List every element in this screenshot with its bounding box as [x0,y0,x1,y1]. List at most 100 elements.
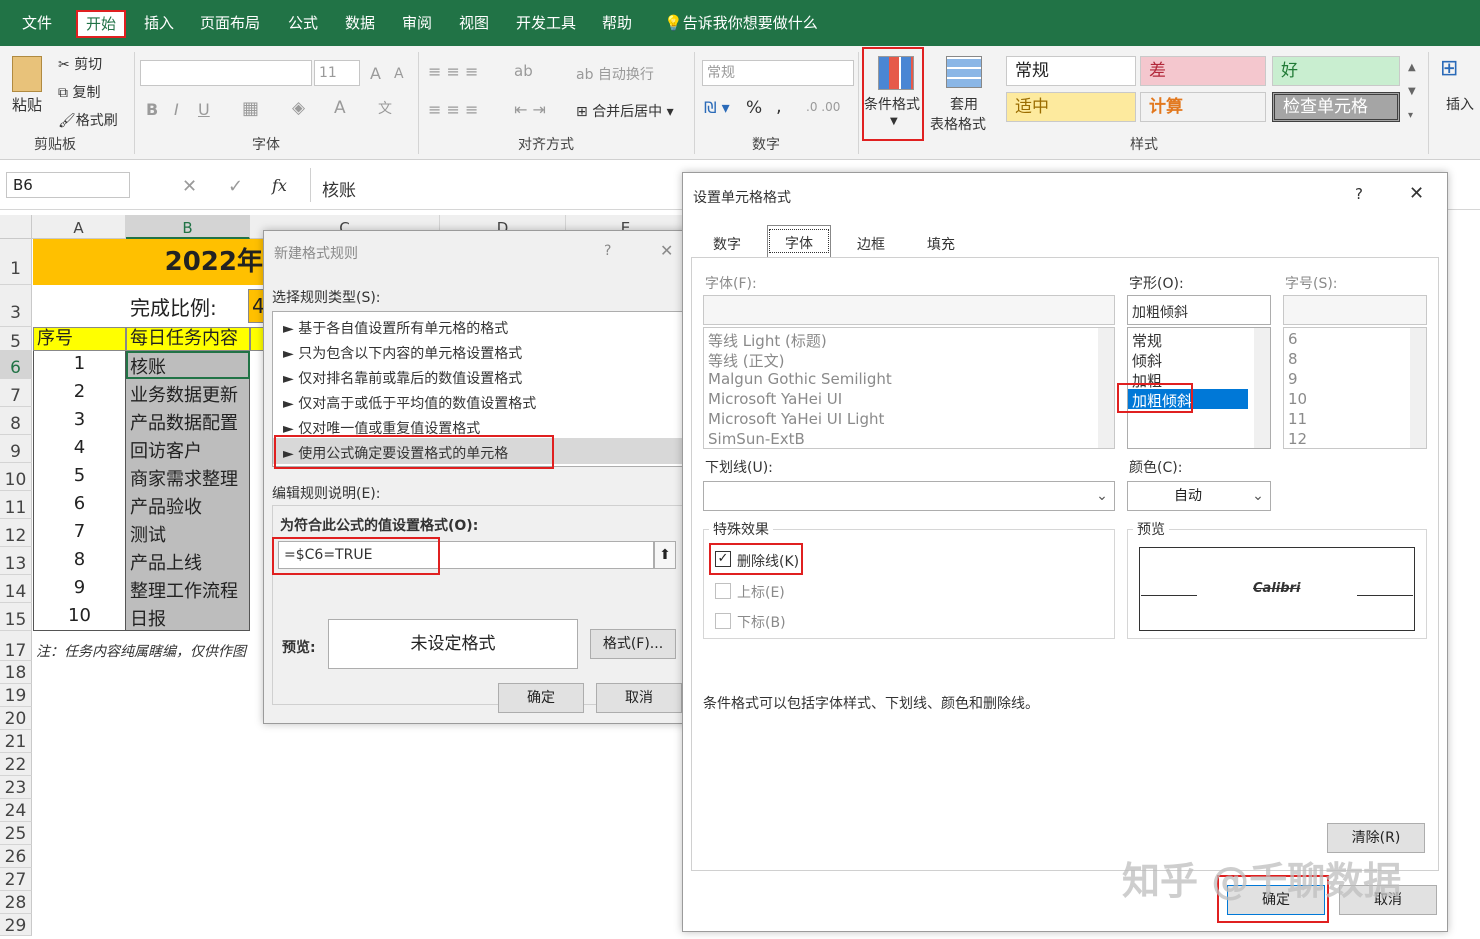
header-cell-task[interactable]: 每日任务内容 [126,327,250,351]
scrollbar[interactable] [1410,328,1426,448]
header-cell-no[interactable]: 序号 [33,327,126,351]
style-bad[interactable]: 差 [1140,56,1266,86]
decimal-icon[interactable]: .0 .00 [806,100,840,114]
underline-select[interactable] [703,481,1115,511]
list-item[interactable]: 6 [1288,330,1298,348]
sheet-note[interactable]: 注：任务内容纯属瞎编，仅供作图 [36,641,264,661]
row-header[interactable]: 14 [0,575,32,603]
column-header-a[interactable]: A [32,215,126,239]
tab-fill[interactable]: 填充 [927,234,955,254]
row-header[interactable]: 11 [0,491,32,519]
ok-button[interactable]: 确定 [498,683,584,713]
table-cell-task[interactable]: 回访客户 [130,437,202,463]
table-cell-no[interactable]: 10 [33,605,126,626]
font-input[interactable] [703,295,1115,325]
row-header[interactable]: 8 [0,407,32,435]
row-header[interactable]: 3 [0,285,32,327]
list-item[interactable]: 11 [1288,410,1307,428]
row-header[interactable]: 9 [0,435,32,463]
list-item[interactable]: 9 [1288,370,1298,388]
table-cell-task[interactable]: 核账 [130,353,166,379]
row-header[interactable]: 24 [0,799,32,822]
style-calculation[interactable]: 计算 [1140,92,1266,122]
column-header-b[interactable]: B [126,215,250,239]
bold-button[interactable]: B [146,100,158,119]
select-all-corner[interactable] [0,215,32,239]
cut-button[interactable]: ✂ 剪切 [58,54,102,74]
list-item[interactable]: ► 基于各自值设置所有单元格的格式 [283,318,508,338]
list-item[interactable]: ► 只为包含以下内容的单元格设置格式 [283,343,522,363]
indent-icon[interactable]: ⇤ ⇥ [514,100,546,119]
table-cell-task[interactable]: 产品数据配置 [130,409,238,435]
paste-button[interactable]: 粘贴 [12,94,42,115]
tab-review[interactable]: 审阅 [394,8,440,38]
row-header[interactable]: 28 [0,891,32,914]
row-header[interactable]: 22 [0,753,32,776]
orientation-icon[interactable]: ab [514,62,533,80]
tab-number[interactable]: 数字 [713,234,741,254]
table-format-button-2[interactable]: 表格格式 [930,114,986,134]
row-header[interactable]: 10 [0,463,32,491]
table-cell-no[interactable]: 8 [33,549,126,570]
styles-scroll-icon[interactable]: ▲ ▼ ▾ [1408,56,1416,128]
table-cell-task[interactable]: 产品上线 [130,549,202,575]
font-color-icon[interactable]: A [334,98,346,118]
row-header[interactable]: 12 [0,519,32,547]
confirm-icon[interactable]: ✓ [228,176,243,197]
row-header[interactable]: 23 [0,776,32,799]
comma-button[interactable]: , [776,96,782,117]
tab-developer[interactable]: 开发工具 [508,8,584,38]
table-cell-no[interactable]: 9 [33,577,126,598]
superscript-checkbox[interactable] [715,583,731,599]
row-header[interactable]: 15 [0,603,32,631]
tab-formulas[interactable]: 公式 [280,8,326,38]
grow-font-button[interactable]: A [370,64,381,83]
tab-insert[interactable]: 插入 [136,8,182,38]
name-box[interactable]: B6 [6,172,130,198]
align-left-icon[interactable]: ≡ ≡ ≡ [428,100,478,119]
row-header[interactable]: 7 [0,379,32,407]
align-top-icon[interactable]: ≡ ≡ ≡ [428,62,478,81]
underline-button[interactable]: U [198,100,210,119]
copy-button[interactable]: ⧉ 复制 [58,82,100,102]
cancel-icon[interactable]: ✕ [182,176,197,197]
row-header[interactable]: 27 [0,868,32,891]
table-cell-no[interactable]: 4 [33,437,126,458]
table-cell-task[interactable]: 测试 [130,521,166,547]
help-icon[interactable]: ? [1355,185,1363,203]
row-header[interactable]: 13 [0,547,32,575]
style-check-cell[interactable]: 检查单元格 [1272,92,1400,122]
row-header[interactable]: 20 [0,707,32,730]
table-cell-task[interactable]: 商家需求整理 [130,465,238,491]
formula-input[interactable]: 核账 [322,176,356,201]
style-normal[interactable]: 常规 [1006,56,1136,86]
font-name-combo[interactable] [140,60,312,86]
tab-view[interactable]: 视图 [451,8,497,38]
sheet-title[interactable]: 2022年 [33,239,265,285]
fx-icon[interactable]: fx [272,176,287,195]
row-header[interactable]: 5 [0,327,32,352]
row-header[interactable]: 26 [0,845,32,868]
collapse-dialog-icon[interactable]: ⬆ [654,541,676,569]
cancel-button[interactable]: 取消 [596,683,682,713]
tell-me-box[interactable]: 💡告诉我你想要做什么 [656,8,826,38]
list-item[interactable]: Malgun Gothic Semilight [708,370,892,388]
row-header[interactable]: 18 [0,661,32,684]
row-header[interactable]: 21 [0,730,32,753]
style-neutral[interactable]: 适中 [1006,92,1136,122]
border-icon[interactable]: ▦ [242,98,259,119]
tab-help[interactable]: 帮助 [594,8,640,38]
scrollbar[interactable] [1254,328,1270,448]
table-cell-task[interactable]: 业务数据更新 [130,381,238,407]
insert-cells-button[interactable]: 插入 [1446,94,1474,114]
format-painter-button[interactable]: 🖌格式刷 [58,110,118,130]
row-header[interactable]: 19 [0,684,32,707]
ratio-label[interactable]: 完成比例: [130,292,217,321]
scrollbar[interactable] [1098,328,1114,448]
tab-border[interactable]: 边框 [857,234,885,254]
list-item[interactable]: ► 仅对高于或低于平均值的数值设置格式 [283,393,536,413]
list-item[interactable]: 等线 Light (标题) [708,330,827,351]
phonetic-icon[interactable]: 文 [378,98,392,118]
list-item[interactable]: ► 仅对排名靠前或靠后的数值设置格式 [283,368,522,388]
currency-icon[interactable]: ₪ ▾ [704,98,730,117]
